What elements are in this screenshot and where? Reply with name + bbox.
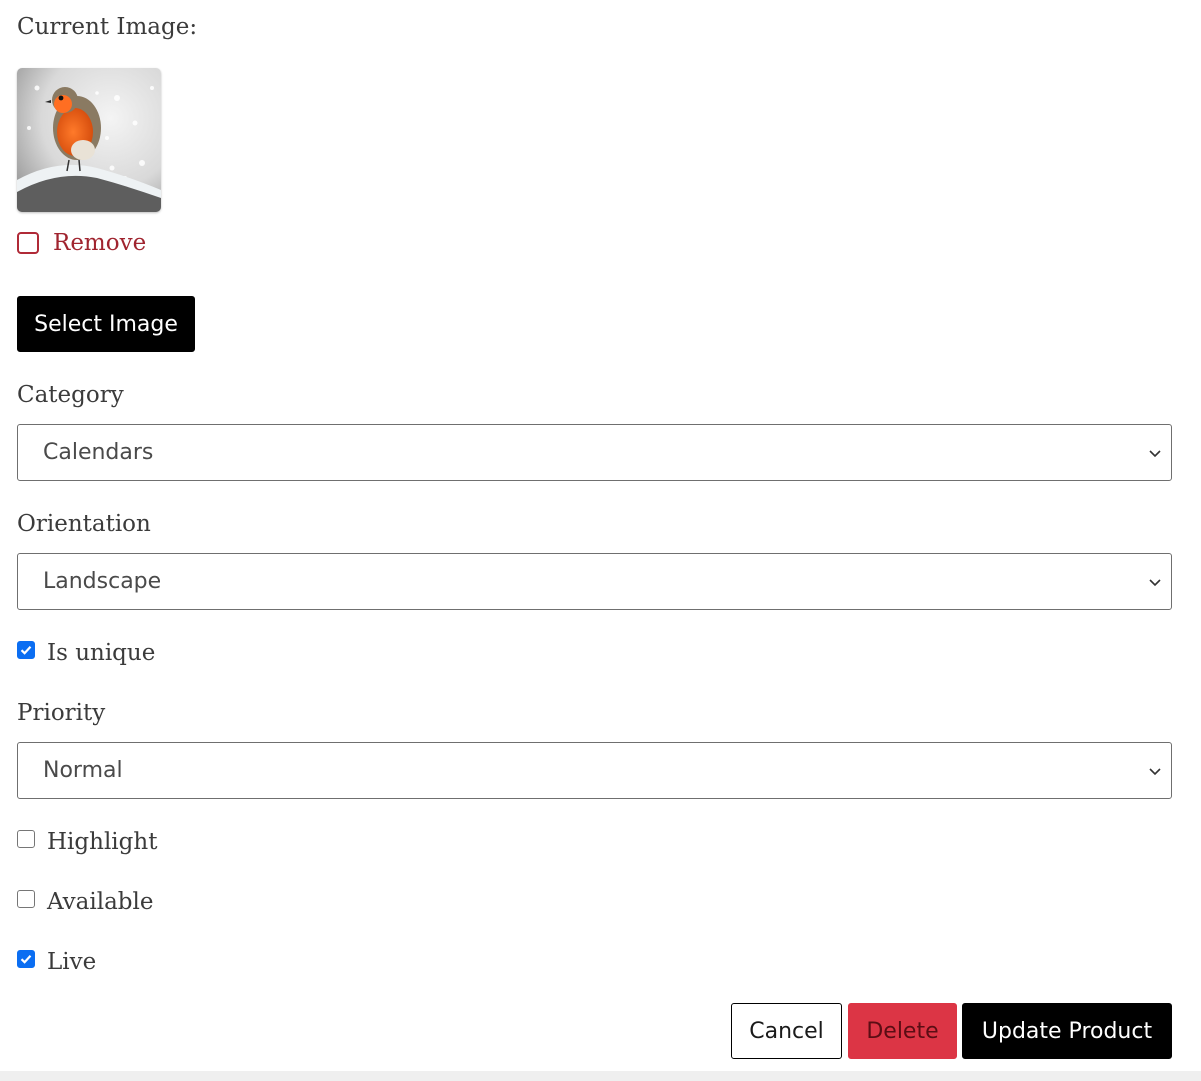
cancel-button[interactable]: Cancel [731, 1003, 842, 1059]
priority-select[interactable]: Normal [17, 742, 1172, 799]
remove-image-label[interactable]: Remove [53, 231, 146, 255]
page-bottom-divider [0, 1071, 1201, 1081]
is-unique-checkbox[interactable] [17, 641, 35, 659]
orientation-selected-value: Landscape [43, 569, 162, 594]
chevron-down-icon [1149, 578, 1161, 586]
checkmark-icon [20, 955, 32, 964]
available-checkbox[interactable] [17, 890, 35, 908]
priority-selected-value: Normal [43, 758, 123, 783]
robin-image-icon [17, 68, 161, 212]
remove-image-option[interactable]: Remove [17, 230, 146, 256]
chevron-down-icon [1149, 449, 1161, 457]
live-checkbox[interactable] [17, 950, 35, 968]
select-image-button[interactable]: Select Image [17, 296, 195, 352]
available-label[interactable]: Available [47, 890, 154, 914]
highlight-checkbox[interactable] [17, 830, 35, 848]
current-image-thumbnail [17, 68, 161, 212]
category-select[interactable]: Calendars [17, 424, 1172, 481]
highlight-label[interactable]: Highlight [47, 830, 157, 854]
live-label[interactable]: Live [47, 950, 96, 974]
checkmark-icon [20, 646, 32, 655]
update-product-button[interactable]: Update Product [962, 1003, 1172, 1059]
orientation-select[interactable]: Landscape [17, 553, 1172, 610]
category-selected-value: Calendars [43, 440, 154, 465]
chevron-down-icon [1149, 767, 1161, 775]
available-option[interactable]: Available [17, 887, 154, 917]
priority-label: Priority [17, 700, 106, 726]
remove-image-checkbox[interactable] [17, 232, 39, 254]
current-image-label: Current Image: [17, 14, 198, 40]
live-option[interactable]: Live [17, 947, 96, 977]
highlight-option[interactable]: Highlight [17, 827, 157, 857]
is-unique-option[interactable]: Is unique [17, 638, 155, 668]
category-label: Category [17, 382, 124, 408]
orientation-label: Orientation [17, 511, 151, 537]
is-unique-label[interactable]: Is unique [47, 641, 155, 665]
delete-button[interactable]: Delete [848, 1003, 957, 1059]
